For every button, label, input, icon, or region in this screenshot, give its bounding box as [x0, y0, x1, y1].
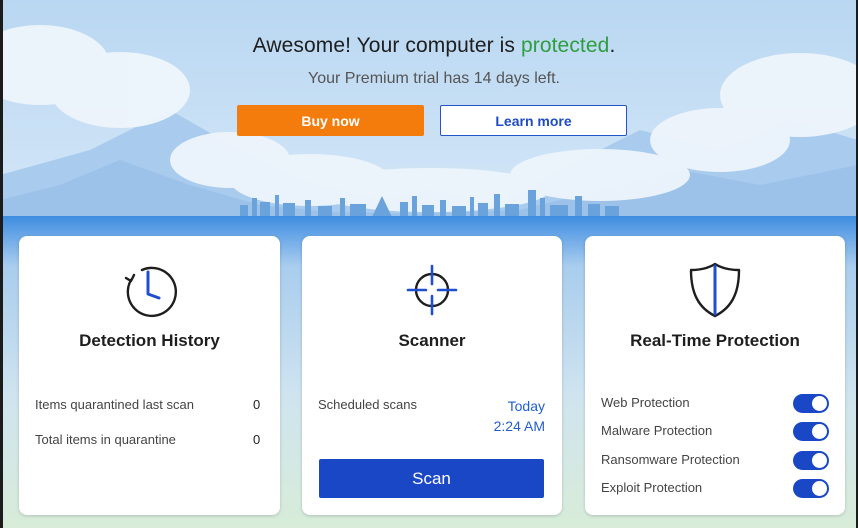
- scheduled-scan-time[interactable]: 2:24 AM: [494, 418, 545, 434]
- clock-history-icon: [124, 266, 177, 318]
- total-quarantine-value: 0: [253, 432, 261, 447]
- learn-more-button[interactable]: Learn more: [440, 105, 627, 136]
- ransomware-protection-toggle[interactable]: [793, 451, 829, 470]
- malware-protection-toggle[interactable]: [793, 422, 829, 441]
- scanner-title: Scanner: [398, 331, 466, 350]
- quarantined-last-scan-value: 0: [253, 397, 261, 412]
- toggle-knob: [812, 481, 827, 496]
- protection-status-headline: Awesome! Your computer is protected.: [0, 34, 858, 58]
- scheduled-scans-label: Scheduled scans: [318, 397, 418, 412]
- trial-remaining-text: Your Premium trial has 14 days left.: [308, 70, 560, 87]
- exploit-protection-label: Exploit Protection: [601, 480, 703, 495]
- scanner-card[interactable]: Scanner Scheduled scans Today 2:24 AM Sc…: [302, 236, 562, 515]
- toggle-knob: [812, 453, 827, 468]
- toggle-knob: [812, 424, 827, 439]
- shield-icon: [689, 262, 741, 318]
- total-quarantine-label: Total items in quarantine: [35, 432, 176, 447]
- protected-status-text: protected: [520, 34, 610, 57]
- scheduled-scan-day[interactable]: Today: [508, 398, 545, 414]
- headline-prefix: Awesome! Your computer is: [252, 34, 521, 57]
- detection-history-title: Detection History: [79, 331, 220, 350]
- detection-history-card[interactable]: Detection History Items quarantined last…: [19, 236, 280, 515]
- real-time-protection-card[interactable]: Real-Time Protection Web Protection Malw…: [585, 236, 845, 515]
- real-time-protection-title: Real-Time Protection: [630, 331, 800, 350]
- toggle-knob: [812, 396, 827, 411]
- headline-suffix: .: [609, 34, 616, 57]
- scan-button[interactable]: Scan: [319, 459, 544, 498]
- buy-now-button[interactable]: Buy now: [237, 105, 424, 136]
- ransomware-protection-label: Ransomware Protection: [601, 452, 740, 467]
- quarantined-last-scan-label: Items quarantined last scan: [35, 397, 194, 412]
- exploit-protection-toggle[interactable]: [793, 479, 829, 498]
- crosshair-icon: [406, 264, 458, 316]
- web-protection-label: Web Protection: [601, 395, 690, 410]
- malware-protection-label: Malware Protection: [601, 423, 713, 438]
- web-protection-toggle[interactable]: [793, 394, 829, 413]
